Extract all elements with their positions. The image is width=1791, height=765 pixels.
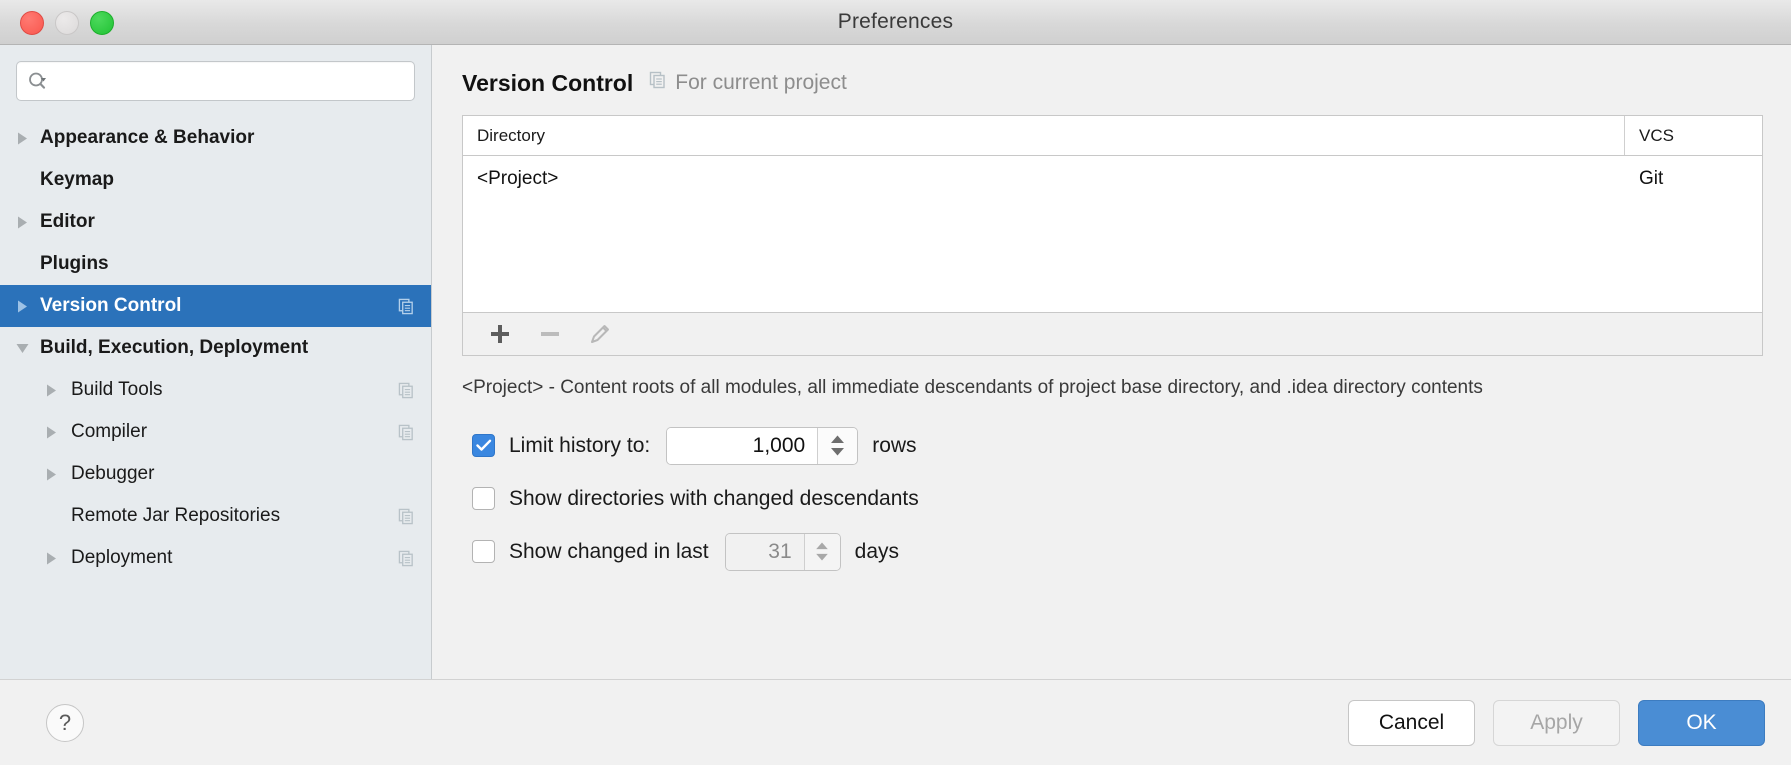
project-description: <Project> - Content roots of all modules…	[462, 374, 1642, 402]
settings-sidebar: Appearance & Behavior Keymap Editor Plugins…	[0, 45, 432, 679]
sidebar-item-editor[interactable]: Editor	[0, 201, 431, 243]
dialog-body: Appearance & Behavior Keymap Editor Plugins…	[0, 45, 1791, 679]
panel-header: Version Control For current project	[462, 63, 1763, 103]
days-suffix: days	[855, 540, 899, 564]
days-value[interactable]: 31	[726, 534, 804, 570]
show-directories-label: Show directories with changed descendant…	[509, 487, 919, 511]
sidebar-item-label: Keymap	[40, 169, 114, 191]
sidebar-item-label: Build, Execution, Deployment	[40, 337, 308, 359]
search-box[interactable]	[16, 61, 415, 101]
project-scope-icon	[398, 550, 415, 567]
chevron-right-icon[interactable]	[43, 550, 59, 566]
no-arrow-spacer	[14, 256, 30, 272]
sidebar-item-deployment[interactable]: Deployment	[0, 537, 431, 579]
scope-label: For current project	[675, 71, 847, 95]
table-row[interactable]: <Project>Git	[463, 156, 1762, 202]
limit-history-checkbox[interactable]	[472, 434, 495, 457]
add-icon[interactable]	[475, 315, 525, 353]
search-area	[0, 45, 431, 113]
chevron-down-icon[interactable]	[14, 340, 30, 356]
chevron-up-icon	[815, 542, 829, 550]
search-icon	[27, 71, 49, 91]
project-scope-icon	[398, 298, 415, 315]
sidebar-item-version-control[interactable]: Version Control	[0, 285, 431, 327]
zoom-button[interactable]	[90, 11, 114, 35]
sidebar-item-label: Version Control	[40, 295, 181, 317]
table-body: <Project>Git	[463, 156, 1762, 312]
limit-history-suffix: rows	[872, 434, 916, 458]
edit-pencil-icon[interactable]	[575, 315, 625, 353]
limit-history-stepper[interactable]: 1,000	[666, 427, 858, 465]
settings-tree: Appearance & Behavior Keymap Editor Plugins…	[0, 113, 431, 679]
sidebar-item-label: Appearance & Behavior	[40, 127, 254, 149]
limit-history-value[interactable]: 1,000	[667, 428, 817, 464]
cell-directory: <Project>	[463, 156, 1625, 202]
sidebar-item-label: Deployment	[71, 547, 172, 569]
minimize-button[interactable]	[55, 11, 79, 35]
project-scope-icon	[398, 382, 415, 399]
chevron-right-icon[interactable]	[43, 466, 59, 482]
table-toolbar	[462, 313, 1763, 356]
preferences-window: Preferences Appearance & BehaviorKeyma	[0, 0, 1791, 765]
limit-history-row: Limit history to: 1,000 rows	[462, 424, 1763, 468]
sidebar-item-label: Editor	[40, 211, 95, 233]
page-title: Version Control	[462, 70, 633, 97]
remove-icon[interactable]	[525, 315, 575, 353]
show-directories-checkbox[interactable]	[472, 487, 495, 510]
dialog-footer: ? Cancel Apply OK	[0, 679, 1791, 765]
traffic-light-group	[20, 0, 114, 45]
sidebar-item-build-tools[interactable]: Build Tools	[0, 369, 431, 411]
chevron-up-icon	[830, 435, 845, 444]
sidebar-item-label: Build Tools	[71, 379, 163, 401]
title-bar: Preferences	[0, 0, 1791, 45]
sidebar-item-compiler[interactable]: Compiler	[0, 411, 431, 453]
scope-indicator: For current project	[649, 71, 847, 95]
no-arrow-spacer	[43, 508, 59, 524]
sidebar-item-remote-jar-repositories[interactable]: Remote Jar Repositories	[0, 495, 431, 537]
chevron-down-icon	[815, 553, 829, 561]
no-arrow-spacer	[14, 172, 30, 188]
sidebar-item-appearance-behavior[interactable]: Appearance & Behavior	[0, 117, 431, 159]
search-input[interactable]	[55, 72, 404, 90]
table-header-row: Directory VCS	[463, 116, 1762, 156]
sidebar-item-label: Remote Jar Repositories	[71, 505, 280, 527]
ok-button[interactable]: OK	[1638, 700, 1765, 746]
apply-button[interactable]: Apply	[1493, 700, 1620, 746]
cell-vcs: Git	[1625, 156, 1762, 202]
close-button[interactable]	[20, 11, 44, 35]
show-directories-row: Show directories with changed descendant…	[462, 477, 1763, 521]
project-scope-icon	[398, 424, 415, 441]
limit-history-label: Limit history to:	[509, 434, 650, 458]
sidebar-item-build-execution-deployment[interactable]: Build, Execution, Deployment	[0, 327, 431, 369]
sidebar-item-plugins[interactable]: Plugins	[0, 243, 431, 285]
project-scope-icon	[649, 71, 667, 95]
show-changed-in-last-label: Show changed in last	[509, 540, 709, 564]
vcs-directory-table: Directory VCS <Project>Git	[462, 115, 1763, 313]
sidebar-item-label: Plugins	[40, 253, 109, 275]
column-header-vcs[interactable]: VCS	[1625, 116, 1762, 155]
chevron-right-icon[interactable]	[14, 298, 30, 314]
sidebar-item-label: Compiler	[71, 421, 147, 443]
column-header-directory[interactable]: Directory	[463, 116, 1625, 155]
chevron-right-icon[interactable]	[43, 424, 59, 440]
chevron-right-icon[interactable]	[14, 130, 30, 146]
days-stepper[interactable]: 31	[725, 533, 841, 571]
help-button[interactable]: ?	[46, 704, 84, 742]
show-changed-in-last-checkbox[interactable]	[472, 540, 495, 563]
sidebar-item-keymap[interactable]: Keymap	[0, 159, 431, 201]
options-group: Limit history to: 1,000 rows Show direct…	[462, 424, 1763, 583]
chevron-right-icon[interactable]	[14, 214, 30, 230]
window-title: Preferences	[0, 10, 1791, 34]
chevron-down-icon	[830, 447, 845, 456]
sidebar-item-label: Debugger	[71, 463, 154, 485]
project-scope-icon	[398, 508, 415, 525]
cancel-button[interactable]: Cancel	[1348, 700, 1475, 746]
sidebar-item-debugger[interactable]: Debugger	[0, 453, 431, 495]
show-changed-in-last-row: Show changed in last 31 days	[462, 530, 1763, 574]
days-stepper-arrows[interactable]	[804, 534, 840, 570]
version-control-panel: Version Control For current project	[432, 45, 1791, 679]
limit-history-stepper-arrows[interactable]	[817, 428, 857, 464]
chevron-right-icon[interactable]	[43, 382, 59, 398]
